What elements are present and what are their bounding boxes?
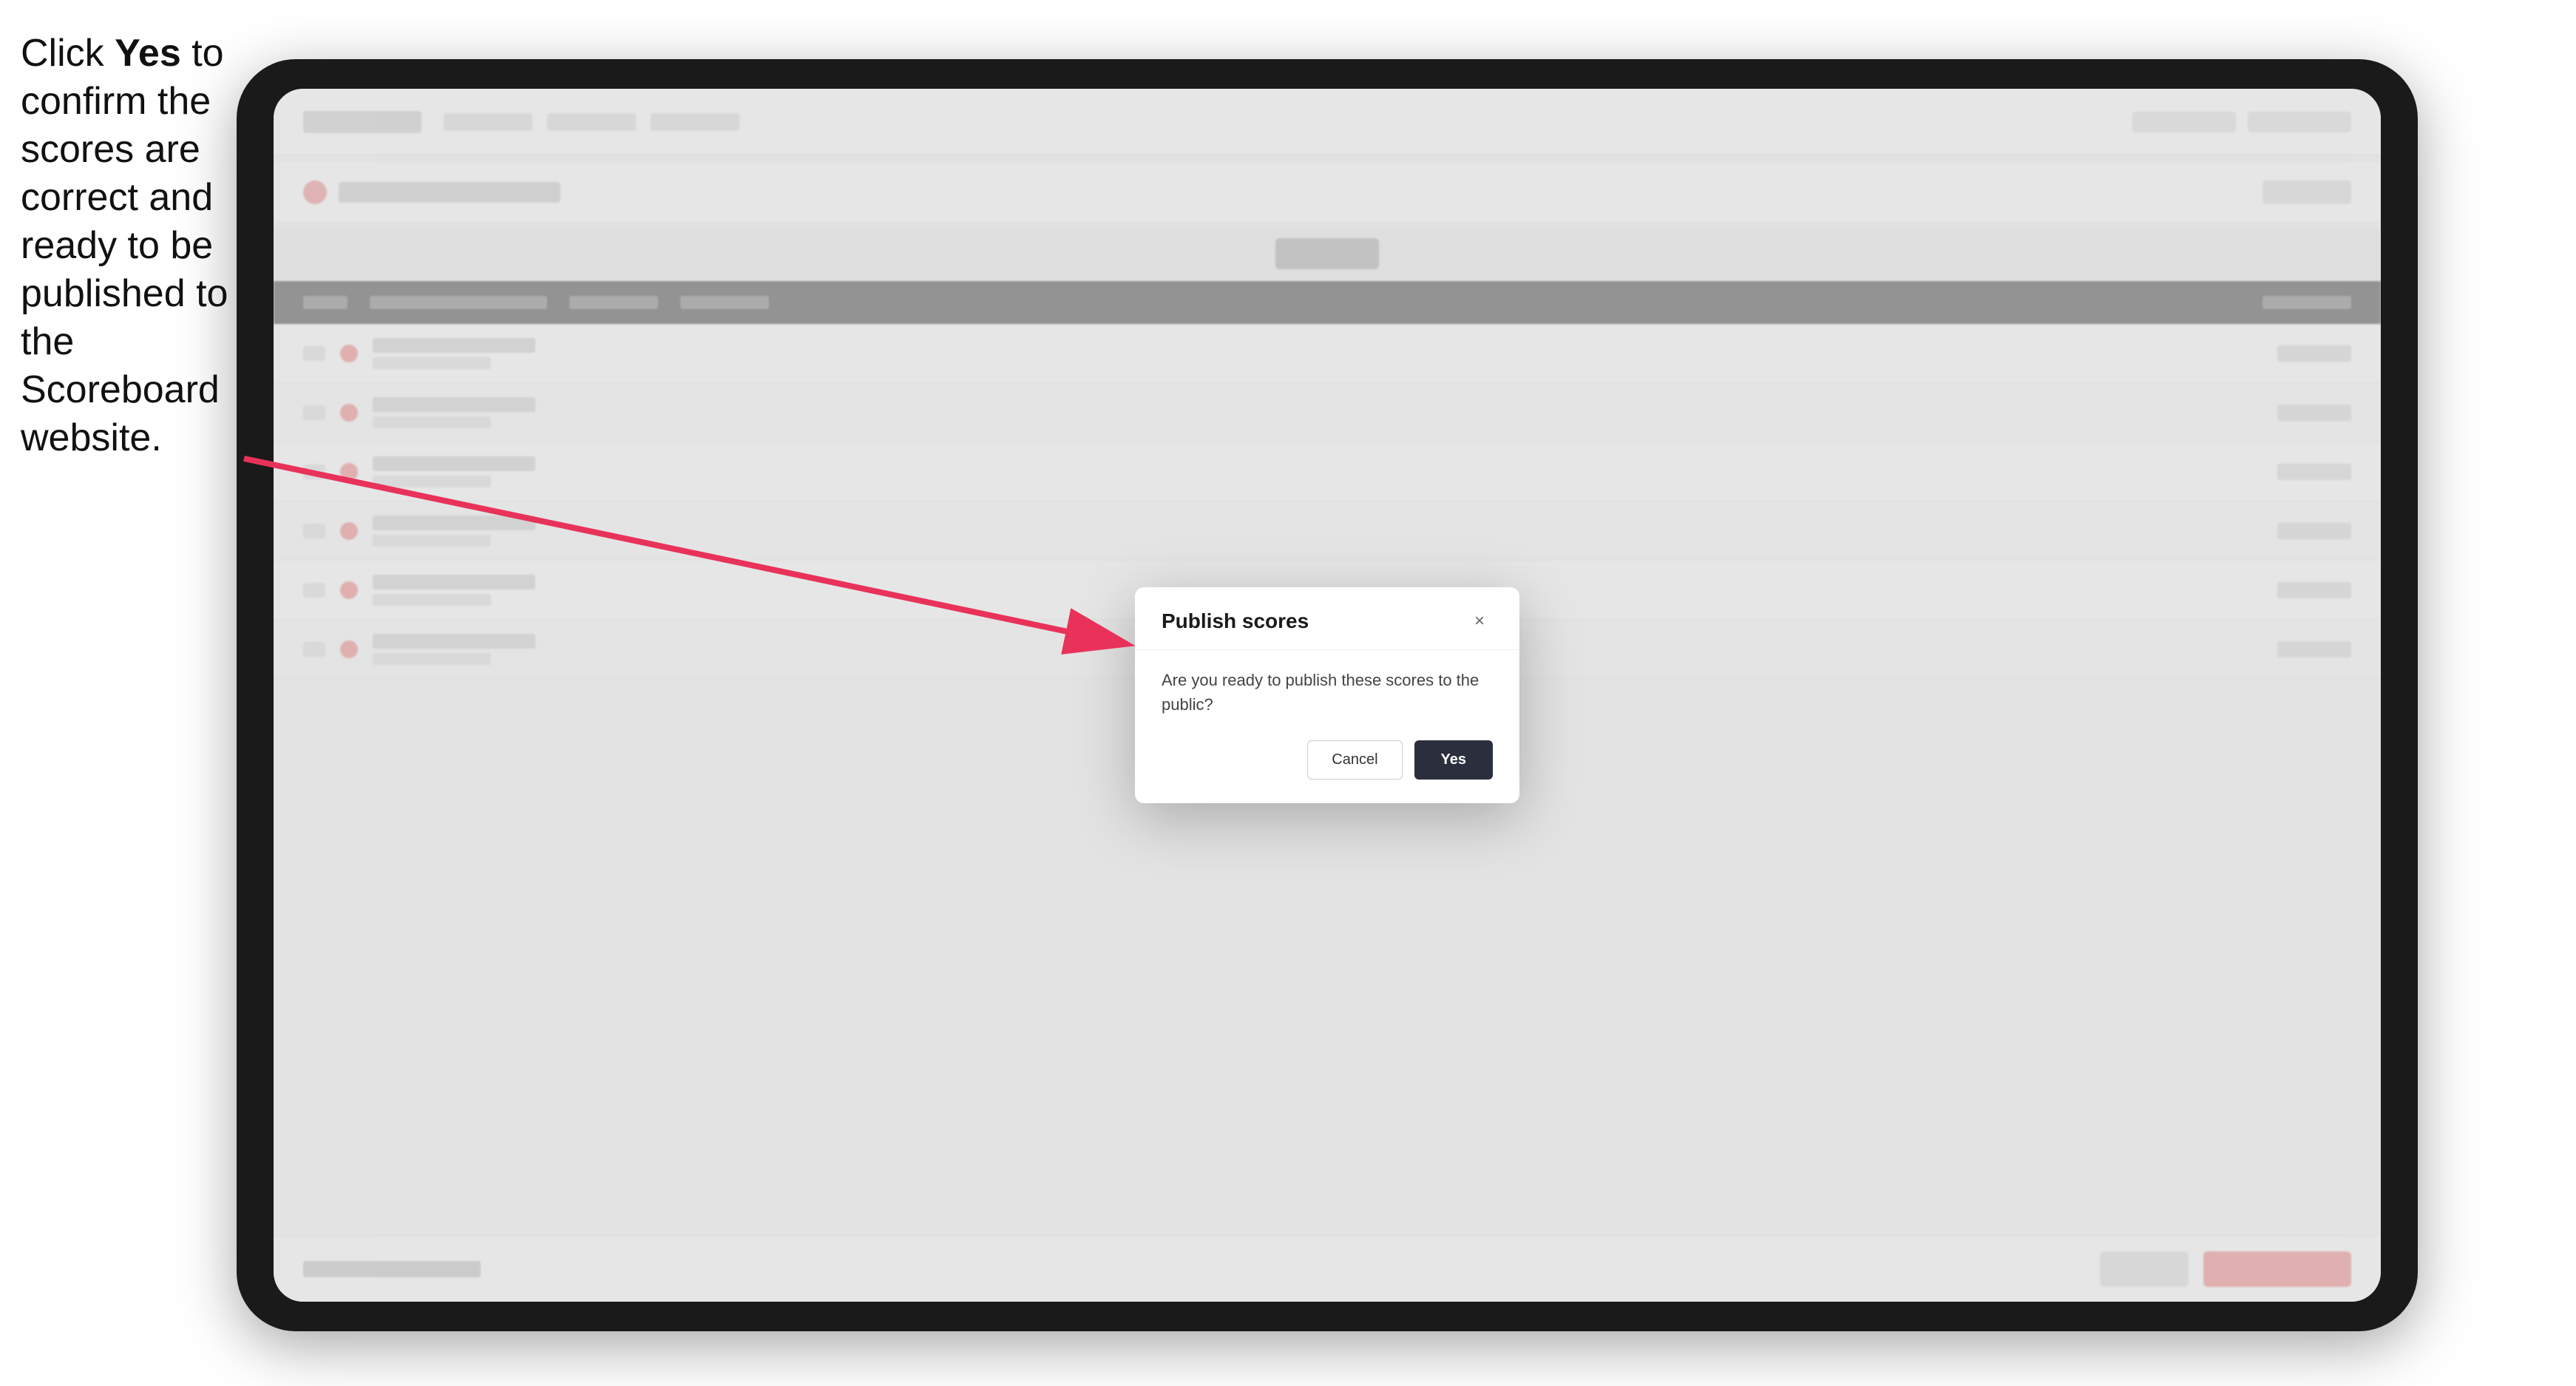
modal-message: Are you ready to publish these scores to…: [1162, 668, 1493, 717]
tablet-device: Publish scores × Are you ready to publis…: [237, 59, 2418, 1331]
modal-header: Publish scores ×: [1135, 587, 1519, 650]
modal-overlay: Publish scores × Are you ready to publis…: [274, 89, 2381, 1302]
modal-body: Are you ready to publish these scores to…: [1135, 650, 1519, 803]
tablet-screen: Publish scores × Are you ready to publis…: [274, 89, 2381, 1302]
modal-title: Publish scores: [1162, 609, 1309, 633]
publish-scores-dialog: Publish scores × Are you ready to publis…: [1135, 587, 1519, 803]
instruction-prefix: Click: [21, 32, 115, 75]
yes-button[interactable]: Yes: [1414, 740, 1493, 780]
instruction-text: Click Yes to confirm the scores are corr…: [21, 30, 235, 462]
instruction-bold: Yes: [115, 32, 181, 75]
modal-close-button[interactable]: ×: [1466, 608, 1493, 635]
close-icon: ×: [1474, 611, 1485, 632]
modal-footer: Cancel Yes: [1162, 740, 1493, 780]
instruction-suffix: to confirm the scores are correct and re…: [21, 32, 228, 459]
cancel-button[interactable]: Cancel: [1307, 740, 1402, 780]
